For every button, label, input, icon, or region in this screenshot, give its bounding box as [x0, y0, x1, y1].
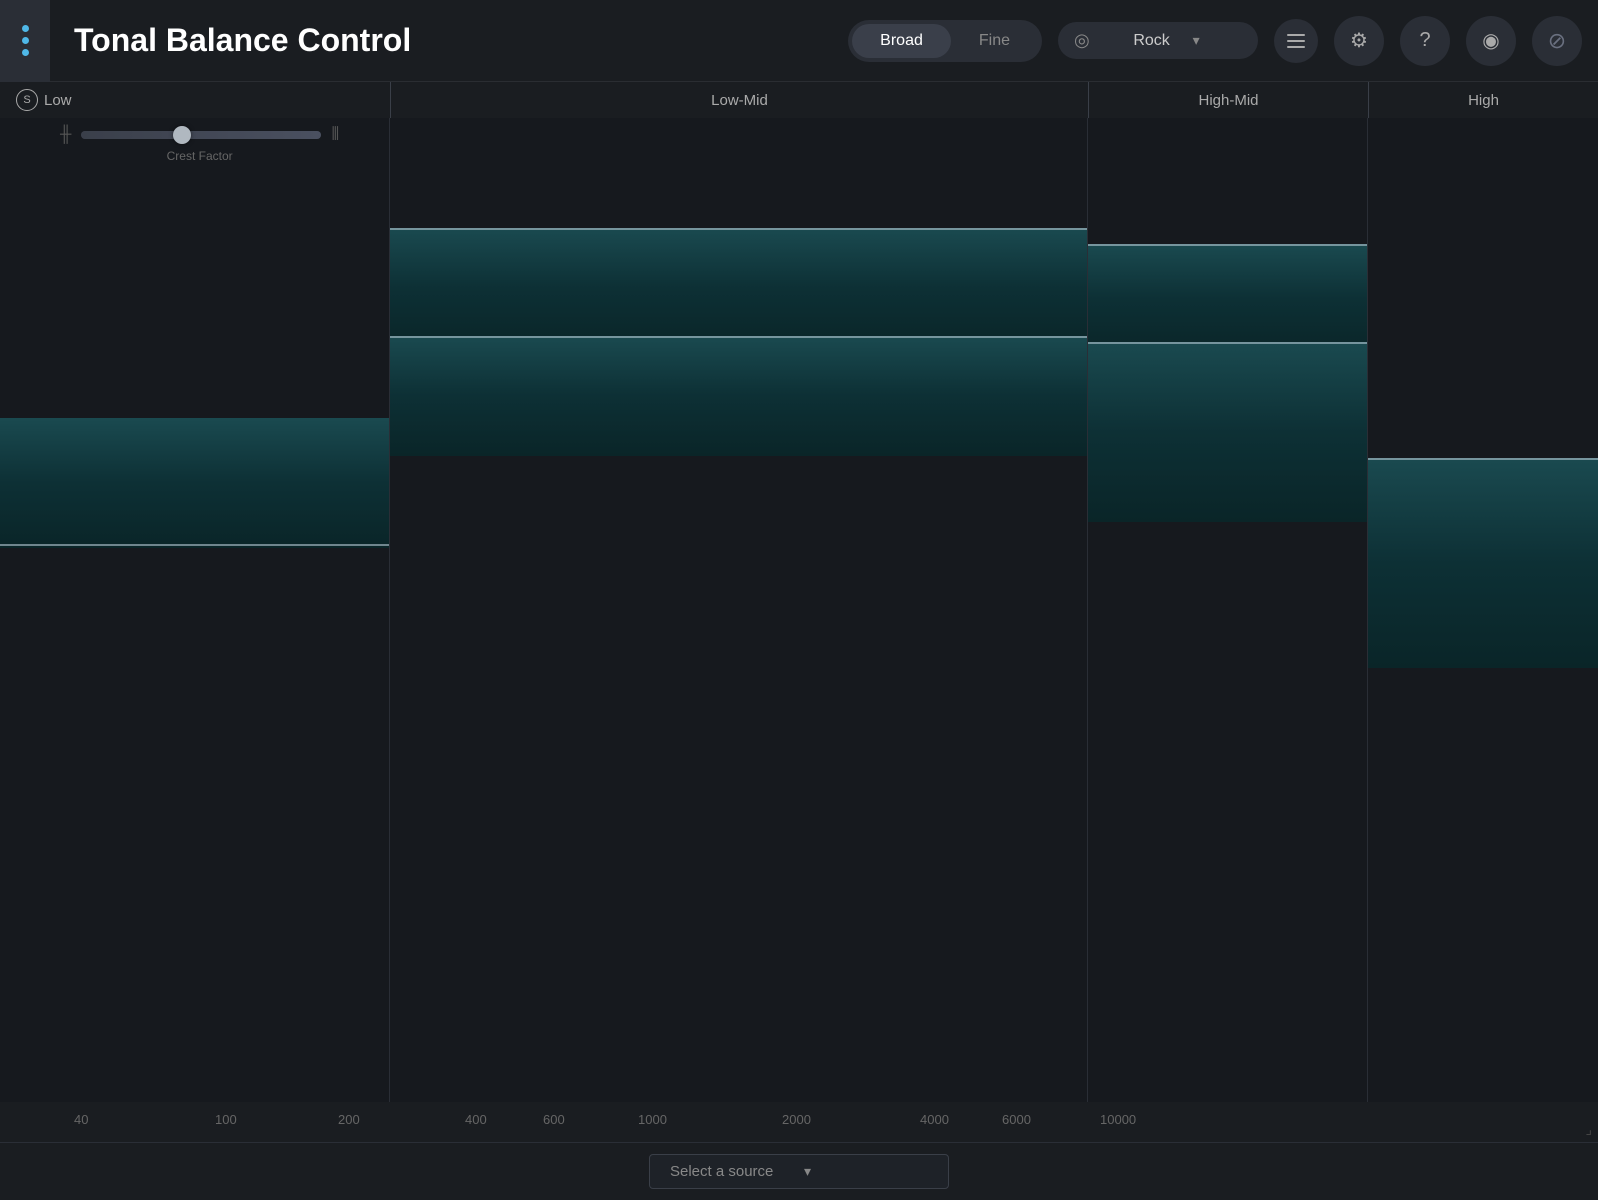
band-viz-high-mid: [1088, 118, 1368, 1102]
mute-button[interactable]: ⊘: [1532, 16, 1582, 66]
band-viz-low: [0, 118, 390, 1102]
waveform-right-icon: ⦀: [331, 124, 339, 145]
bottom-bar: Select a source ▾: [0, 1142, 1598, 1200]
crest-factor-slider[interactable]: [81, 131, 321, 139]
settings-icon: ⚙: [1350, 28, 1368, 53]
freq-label-2000: 2000: [782, 1112, 811, 1127]
tonal-line-high-1: [1368, 458, 1598, 460]
dot-2: [22, 37, 29, 44]
dot-3: [22, 49, 29, 56]
preset-selector[interactable]: ◎ Rock ▾: [1058, 22, 1258, 59]
dot-1: [22, 25, 29, 32]
tonal-line-highmid-2: [1088, 342, 1367, 344]
freq-label-600: 600: [543, 1112, 565, 1127]
resize-handle[interactable]: ⌟: [1585, 1121, 1592, 1138]
band-header-high: High: [1368, 82, 1598, 118]
question-icon: ?: [1419, 29, 1430, 52]
hamburger-button[interactable]: [1274, 19, 1318, 63]
band-label-low-mid: Low-Mid: [711, 92, 768, 109]
bands-container: S Low Low-Mid High-Mid High ╫ ⦀: [0, 82, 1598, 1142]
headphone-button[interactable]: ◉: [1466, 16, 1516, 66]
band-viz-high: [1368, 118, 1598, 1102]
dots-menu[interactable]: [0, 0, 50, 82]
s-badge: S: [16, 89, 38, 111]
freq-label-400: 400: [465, 1112, 487, 1127]
band-header-low: S Low: [0, 82, 390, 118]
tonal-line-lowmid-2: [390, 336, 1087, 338]
fine-button[interactable]: Fine: [951, 24, 1038, 58]
freq-label-1000: 1000: [638, 1112, 667, 1127]
preset-name: Rock: [1133, 32, 1182, 50]
x-axis: 40 100 200 400 600 1000 2000 4000 6000 1…: [0, 1102, 1598, 1142]
hamburger-line-2: [1287, 40, 1305, 42]
select-source-label: Select a source: [670, 1163, 794, 1180]
tonal-block-lowmid-1: [390, 228, 1087, 348]
band-label-high-mid: High-Mid: [1198, 92, 1258, 109]
slider-thumb: [173, 126, 191, 144]
hamburger-line-1: [1287, 34, 1305, 36]
hamburger-line-3: [1287, 46, 1305, 48]
tonal-block-high-1: [1368, 458, 1598, 668]
band-headers: S Low Low-Mid High-Mid High: [0, 82, 1598, 118]
header: Tonal Balance Control Broad Fine ◎ Rock …: [0, 0, 1598, 82]
freq-label-10000: 10000: [1100, 1112, 1136, 1127]
freq-label-100: 100: [215, 1112, 237, 1127]
freq-label-40: 40: [74, 1112, 88, 1127]
band-viz-low-mid: [390, 118, 1088, 1102]
tonal-block-lowmid-2: [390, 336, 1087, 456]
tonal-line-low-1: [0, 544, 389, 546]
preset-chevron-icon: ▾: [1193, 32, 1242, 49]
settings-button[interactable]: ⚙: [1334, 16, 1384, 66]
headphone-icon: ◉: [1482, 28, 1499, 53]
main-content: S Low Low-Mid High-Mid High ╫ ⦀: [0, 82, 1598, 1142]
help-button[interactable]: ?: [1400, 16, 1450, 66]
mute-icon: ⊘: [1548, 28, 1566, 54]
tonal-block-highmid-1: [1088, 244, 1367, 354]
target-icon: ◎: [1074, 30, 1123, 51]
band-header-high-mid: High-Mid: [1088, 82, 1368, 118]
app-title: Tonal Balance Control: [74, 22, 411, 59]
viz-area: [0, 118, 1598, 1102]
band-label-low: Low: [44, 92, 72, 109]
freq-label-6000: 6000: [1002, 1112, 1031, 1127]
slider-row: ╫ ⦀: [60, 124, 339, 145]
band-header-low-mid: Low-Mid: [390, 82, 1088, 118]
waveform-left-icon: ╫: [60, 126, 71, 144]
tonal-line-highmid-1: [1088, 244, 1367, 246]
band-label-high: High: [1468, 92, 1499, 109]
freq-label-4000: 4000: [920, 1112, 949, 1127]
freq-labels-container: 40 100 200 400 600 1000 2000 4000 6000 1…: [0, 1102, 1598, 1142]
broad-button[interactable]: Broad: [852, 24, 951, 58]
crest-factor-label: Crest Factor: [167, 149, 233, 163]
crest-factor-area: ╫ ⦀ Crest Factor: [60, 124, 339, 163]
tonal-block-low-1: [0, 418, 389, 548]
source-selector[interactable]: Select a source ▾: [649, 1154, 949, 1189]
freq-label-200: 200: [338, 1112, 360, 1127]
tonal-line-lowmid-1: [390, 228, 1087, 230]
broad-fine-toggle: Broad Fine: [848, 20, 1042, 62]
slider-track: [81, 131, 321, 139]
source-chevron-icon: ▾: [804, 1163, 928, 1180]
tonal-block-highmid-2: [1088, 342, 1367, 522]
